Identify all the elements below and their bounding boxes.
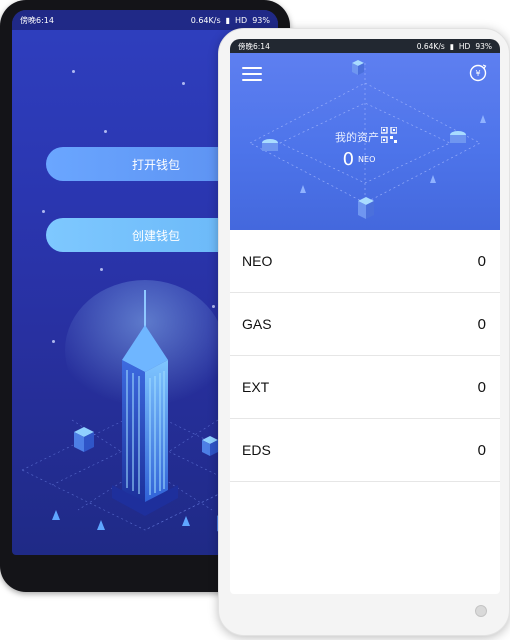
back-status-bar: 傍晚6:14 0.64K/s ▮ HD 93%	[12, 10, 278, 30]
currency-switch-icon[interactable]: ¥	[468, 63, 488, 83]
token-row-ext[interactable]: EXT 0	[230, 356, 500, 419]
token-row-eds[interactable]: EDS 0	[230, 419, 500, 482]
my-assets-label: 我的资产	[335, 131, 379, 144]
star-decoration	[182, 82, 185, 85]
status-battery: 93%	[252, 15, 270, 25]
token-symbol: GAS	[242, 316, 272, 332]
star-decoration	[72, 70, 75, 73]
front-phone: 傍晚6:14 0.64K/s ▮ HD 93% ¥ 我的资产 0 NEO NEO…	[218, 28, 510, 636]
front-phone-screen: 傍晚6:14 0.64K/s ▮ HD 93% ¥ 我的资产 0 NEO NEO…	[230, 39, 500, 594]
star-decoration	[100, 268, 103, 271]
token-balance: 0	[477, 441, 486, 459]
home-button[interactable]	[475, 605, 487, 617]
status-network: HD	[458, 41, 471, 51]
total-assets-value: 0	[342, 149, 355, 170]
assets-header: ¥ 我的资产 0 NEO	[230, 53, 500, 230]
token-row-gas[interactable]: GAS 0	[230, 293, 500, 356]
token-symbol: NEO	[242, 253, 273, 269]
status-time: 傍晚6:14	[20, 15, 54, 25]
total-assets-unit: NEO	[358, 155, 376, 164]
token-symbol: EXT	[242, 379, 270, 395]
star-decoration	[42, 210, 45, 213]
token-balance: 0	[477, 315, 486, 333]
my-assets-label-row: 我的资产	[230, 129, 500, 145]
signal-icon: ▮	[449, 41, 454, 51]
svg-text:¥: ¥	[475, 69, 480, 78]
star-decoration	[104, 130, 107, 133]
token-balance: 0	[477, 252, 486, 270]
status-time: 傍晚6:14	[238, 41, 270, 51]
status-speed: 0.64K/s	[190, 15, 221, 25]
menu-button[interactable]	[242, 67, 262, 83]
token-symbol: EDS	[242, 442, 271, 458]
token-row-neo[interactable]: NEO 0	[230, 230, 500, 293]
token-list: NEO 0 GAS 0 EXT 0 EDS 0	[230, 230, 500, 482]
menu-icon	[242, 67, 262, 69]
signal-icon: ▮	[225, 15, 231, 25]
open-wallet-label: 打开钱包	[131, 157, 180, 172]
status-network: HD	[235, 15, 248, 25]
total-assets: 0 NEO	[230, 149, 500, 170]
front-status-bar: 傍晚6:14 0.64K/s ▮ HD 93%	[230, 39, 500, 53]
create-wallet-label: 创建钱包	[131, 228, 180, 243]
token-balance: 0	[477, 378, 486, 396]
status-battery: 93%	[475, 41, 492, 51]
qr-code-icon[interactable]	[381, 127, 397, 143]
status-speed: 0.64K/s	[416, 41, 445, 51]
